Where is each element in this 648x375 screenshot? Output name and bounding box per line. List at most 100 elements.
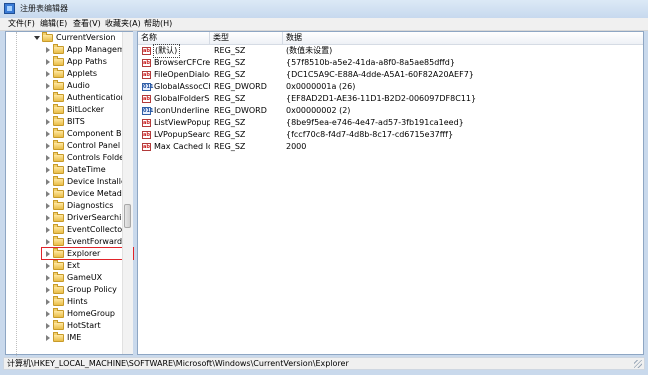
tree-item[interactable]: Device Installer bbox=[6, 176, 122, 188]
tree-item[interactable]: Device Metadata bbox=[6, 188, 122, 200]
tree-item[interactable]: BitLocker bbox=[6, 104, 122, 116]
value-row[interactable]: abLVPopupSearc... REG_SZ {fccf70c8-f4d7-4d… bbox=[138, 129, 643, 141]
expand-arrow-icon[interactable] bbox=[46, 215, 50, 221]
tree-item[interactable]: HotStart bbox=[6, 320, 122, 332]
string-value-icon: ab bbox=[142, 131, 151, 139]
tree-item[interactable]: HomeGroup bbox=[6, 308, 122, 320]
tree-scroll-thumb[interactable] bbox=[124, 204, 131, 228]
expand-arrow-icon[interactable] bbox=[46, 287, 50, 293]
expand-arrow-icon[interactable] bbox=[46, 95, 50, 101]
expand-arrow-icon[interactable] bbox=[46, 143, 50, 149]
tree-item-label: Control Panel bbox=[67, 141, 121, 150]
expand-arrow-icon[interactable] bbox=[46, 335, 50, 341]
tree-item[interactable]: App Paths bbox=[6, 56, 122, 68]
value-type: REG_SZ bbox=[214, 46, 246, 55]
folder-icon bbox=[53, 44, 64, 54]
tree-item[interactable]: Group Policy bbox=[6, 284, 122, 296]
expand-arrow-icon[interactable] bbox=[46, 131, 50, 137]
column-name-header[interactable]: 名称 bbox=[138, 32, 210, 44]
expand-arrow-icon[interactable] bbox=[46, 191, 50, 197]
tree-item[interactable]: DriverSearching bbox=[6, 212, 122, 224]
expand-arrow-icon[interactable] bbox=[46, 323, 50, 329]
status-bar: 计算机\HKEY_LOCAL_MACHINE\SOFTWARE\Microsof… bbox=[3, 357, 645, 370]
tree-item-label: Group Policy bbox=[67, 285, 117, 294]
expand-arrow-icon[interactable] bbox=[46, 299, 50, 305]
expand-arrow-icon[interactable] bbox=[46, 227, 50, 233]
tree-item[interactable]: Controls Folder bbox=[6, 152, 122, 164]
expand-arrow-icon[interactable] bbox=[46, 179, 50, 185]
expand-arrow-icon[interactable] bbox=[46, 47, 50, 53]
values-header: 名称 类型 数据 bbox=[138, 32, 643, 45]
tree-item[interactable]: Component Based bbox=[6, 128, 122, 140]
expand-arrow-icon[interactable] bbox=[46, 203, 50, 209]
tree-item[interactable]: Authentication bbox=[6, 92, 122, 104]
tree-item[interactable]: Audio bbox=[6, 80, 122, 92]
string-value-icon: ab bbox=[142, 71, 151, 79]
folder-icon bbox=[53, 260, 64, 270]
tree-item-label: DriverSearching bbox=[67, 213, 122, 222]
value-type: REG_SZ bbox=[214, 118, 246, 127]
values-list[interactable]: 名称 类型 数据 ab (默认) REG_SZ (数值未设置) ab BrowserCFC… bbox=[137, 31, 644, 355]
expand-arrow-icon[interactable] bbox=[46, 275, 50, 281]
tree-item[interactable]: Applets bbox=[6, 68, 122, 80]
expand-arrow-icon[interactable] bbox=[46, 83, 50, 89]
menu-edit[interactable]: 编辑(E) bbox=[40, 18, 67, 30]
value-data: 0x0000001a (26) bbox=[286, 82, 356, 91]
collapse-arrow-icon[interactable] bbox=[34, 36, 40, 40]
tree-item[interactable]: Ext bbox=[6, 260, 122, 272]
expand-arrow-icon[interactable] bbox=[46, 167, 50, 173]
menu-bar: 文件(F) 编辑(E) 查看(V) 收藏夹(A) 帮助(H) bbox=[0, 18, 648, 31]
expand-arrow-icon[interactable] bbox=[46, 239, 50, 245]
value-row[interactable]: ab FileOpenDialog REG_SZ {DC1C5A9C-E88A-4dd… bbox=[138, 69, 643, 81]
expand-arrow-icon[interactable] bbox=[46, 59, 50, 65]
tree-item[interactable]: DateTime bbox=[6, 164, 122, 176]
tree-scrollbar[interactable] bbox=[122, 32, 133, 354]
expand-arrow-icon[interactable] bbox=[46, 71, 50, 77]
column-type-header[interactable]: 类型 bbox=[210, 32, 283, 44]
tree-item[interactable]: Hints bbox=[6, 296, 122, 308]
tree-item[interactable]: BITS bbox=[6, 116, 122, 128]
tree-item[interactable]: GameUX bbox=[6, 272, 122, 284]
tree-item[interactable]: Diagnostics bbox=[6, 200, 122, 212]
expand-arrow-icon[interactable] bbox=[46, 263, 50, 269]
tree-item[interactable]: Control Panel bbox=[6, 140, 122, 152]
tree-item-label: GameUX bbox=[67, 273, 103, 282]
tree-item-label: BitLocker bbox=[67, 105, 105, 114]
value-row[interactable]: 011 IconUnderline REG_DWORD 0x00000002 (2) bbox=[138, 105, 643, 117]
expand-arrow-icon[interactable] bbox=[46, 107, 50, 113]
folder-icon bbox=[53, 296, 64, 306]
expand-arrow-icon[interactable] bbox=[46, 119, 50, 125]
value-data: (数值未设置) bbox=[286, 46, 333, 55]
column-data-header[interactable]: 数据 bbox=[283, 32, 643, 44]
tree-item[interactable]: EventCollector bbox=[6, 224, 122, 236]
value-row[interactable]: ab (默认) REG_SZ (数值未设置) bbox=[138, 44, 643, 58]
value-row[interactable]: 011GlobalAssocCh... REG_DWORD 0x0000001a (… bbox=[138, 81, 643, 93]
tree-item[interactable]: IME bbox=[6, 332, 122, 344]
value-row[interactable]: abListViewPopup... REG_SZ {8be9f5ea-e746-4… bbox=[138, 117, 643, 129]
value-row[interactable]: abBrowserCFCre... REG_SZ {57f8510b-a5e2-41… bbox=[138, 57, 643, 69]
folder-icon bbox=[53, 308, 64, 318]
tree-item-currentversion[interactable]: CurrentVersion bbox=[6, 32, 122, 44]
value-name: IconUnderline bbox=[154, 106, 210, 115]
value-name: BrowserCFCre... bbox=[154, 58, 210, 67]
folder-icon bbox=[53, 56, 64, 66]
menu-favorites[interactable]: 收藏夹(A) bbox=[105, 18, 141, 30]
resize-grip-icon[interactable] bbox=[634, 360, 642, 368]
folder-icon bbox=[53, 212, 64, 222]
folder-icon bbox=[53, 272, 64, 282]
menu-help[interactable]: 帮助(H) bbox=[144, 18, 172, 30]
tree-item-label: CurrentVersion bbox=[56, 33, 116, 42]
string-value-icon: ab bbox=[142, 47, 151, 55]
tree-item-label: App Paths bbox=[67, 57, 107, 66]
menu-view[interactable]: 查看(V) bbox=[73, 18, 101, 30]
registry-tree[interactable]: CurrentVersion App Management App Paths Ap… bbox=[5, 31, 134, 356]
value-row[interactable]: abMax Cached Ic... REG_SZ 2000 bbox=[138, 141, 643, 153]
string-value-icon: ab bbox=[142, 143, 151, 151]
expand-arrow-icon[interactable] bbox=[46, 155, 50, 161]
menu-file[interactable]: 文件(F) bbox=[8, 18, 35, 30]
value-data: 0x00000002 (2) bbox=[286, 106, 351, 115]
tree-item[interactable]: App Management bbox=[6, 44, 122, 56]
tree-item-label: Applets bbox=[67, 69, 98, 78]
value-row[interactable]: abGlobalFolderS... REG_SZ {EF8AD2D1-AE36-1… bbox=[138, 93, 643, 105]
expand-arrow-icon[interactable] bbox=[46, 311, 50, 317]
